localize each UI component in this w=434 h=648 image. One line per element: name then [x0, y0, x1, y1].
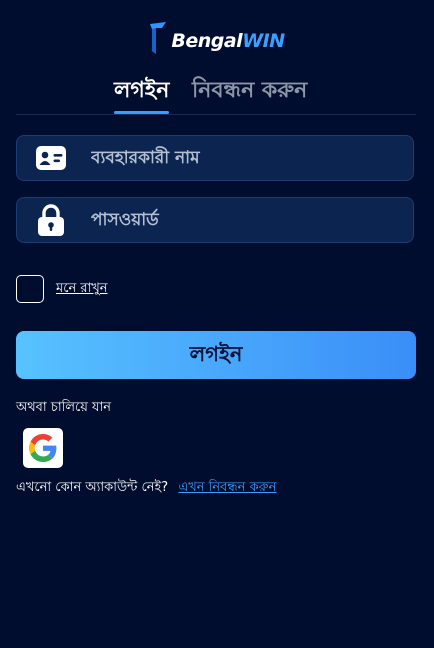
remember-me: মনে রাখুন [16, 274, 108, 304]
brand-wordmark: BengalWIN [171, 30, 285, 52]
login-button[interactable]: লগইন [16, 331, 416, 379]
password-field[interactable] [16, 197, 414, 243]
password-input[interactable] [89, 199, 413, 241]
remember-checkbox[interactable] [16, 275, 44, 303]
lock-icon [35, 204, 67, 236]
alternate-login-label: অথবা চালিয়ে যান [16, 400, 112, 415]
signup-prompt-line: এখনো কোন অ্যাকাউন্ট নেই? এখন নিবন্ধন করু… [16, 478, 276, 499]
id-card-icon [35, 142, 67, 174]
brand-logo: BengalWIN [0, 18, 434, 58]
google-icon [29, 434, 57, 462]
remember-label[interactable]: মনে রাখুন [56, 279, 108, 300]
brand-prefix: Bengal [171, 30, 243, 52]
username-input[interactable] [89, 137, 413, 179]
tab-login[interactable]: লগইন [114, 74, 170, 114]
logo-mark-icon [150, 22, 167, 54]
brand-suffix: WIN [242, 30, 285, 52]
signup-prompt: এখনো কোন অ্যাকাউন্ট নেই? [16, 480, 169, 495]
auth-tabs: লগইন নিবন্ধন করুন [16, 74, 416, 115]
signup-link[interactable]: এখন নিবন্ধন করুন [178, 480, 276, 495]
username-field[interactable] [16, 135, 414, 181]
google-login-button[interactable] [23, 428, 63, 468]
tab-register[interactable]: নিবন্ধন করুন [192, 74, 307, 110]
